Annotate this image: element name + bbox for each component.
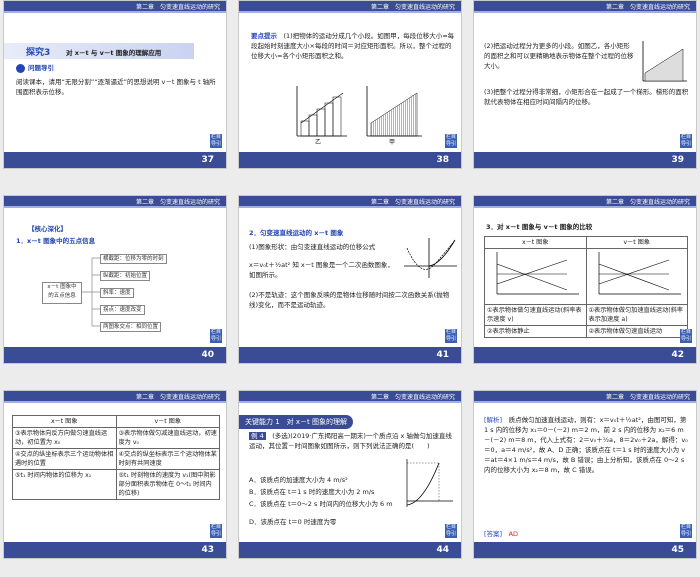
col-header-vt: v－t 图象 xyxy=(115,415,220,428)
option-b: B．该质点在 t＝1 s 时的速度大小为 2 m/s xyxy=(249,488,375,496)
back-nav-icon[interactable]: 栏目导引 xyxy=(210,134,222,148)
parabola-figure xyxy=(404,238,457,278)
back-nav-icon[interactable]: 栏目导引 xyxy=(680,524,692,538)
compare-table: x－t 图象 v－t 图象 ①表示物体做匀速直线运动(斜率表示速度 v) ①表示物体… xyxy=(484,236,688,338)
row5-vt: ⑤t₁ 时刻物体的速度为 v₁(图中阴影部分面积表示物体在 0～t₁ 时间内的位… xyxy=(115,469,220,500)
option-a: A．该质点的加速度大小为 4 m/s² xyxy=(249,476,348,484)
answer: [答案] AD xyxy=(484,530,519,538)
slide-37[interactable]: 第二章 匀变速直线运动的研究 探究3 对 x－t 与 v－t 图象的理解应用 问… xyxy=(3,0,227,169)
back-nav-icon[interactable]: 栏目导引 xyxy=(445,329,457,343)
example-text: 例 4 (多选)(2019·广东揭阳高一期末)一个质点沿 x 轴做匀加速直线运动… xyxy=(249,432,452,450)
paragraph-3: (3)把整个过程分得非常细，小矩形合在一起成了一个梯形。梯形的面积就代表物体在相… xyxy=(484,88,689,106)
row4-xt: ④交点的纵坐标表示三个运动物体相遇时的位置 xyxy=(12,448,117,470)
figure-caption-a: 乙 xyxy=(315,139,322,146)
row3-xt: ③表示物体向反方向做匀速直线运动，初位置为 x₀ xyxy=(12,427,117,449)
mindmap-center: x－t 图象中的五点信息 xyxy=(42,282,82,304)
paragraph-2: (2)把运动过程分为更多的小段。如图乙，各小矩形的面积之和可以更精确地表示物体在… xyxy=(484,42,634,70)
slide-header: 第二章 匀变速直线运动的研究 xyxy=(474,391,696,403)
back-nav-icon[interactable]: 栏目导引 xyxy=(210,329,222,343)
subtitle: 3．对 x－t 图象与 v－t 图象的比较 xyxy=(486,223,593,231)
col-header-xt: x－t 图象 xyxy=(484,236,587,249)
position-time-graph xyxy=(406,459,453,507)
section-number: 探究3 xyxy=(26,48,51,58)
back-nav-icon[interactable]: 栏目导引 xyxy=(445,134,457,148)
slide-header: 第二章 匀变速直线运动的研究 xyxy=(4,1,226,13)
guide-icon xyxy=(16,64,25,73)
col-header-vt: v－t 图象 xyxy=(585,236,688,249)
slide-footer: 43 xyxy=(4,542,226,558)
compare-table-cont: x－t 图象 v－t 图象 ③表示物体向反方向做匀速直线运动，初位置为 x₀ ③表示… xyxy=(12,415,220,500)
option-c: C．该质点在 t＝0～2 s 时间内的位移大小为 6 m xyxy=(249,500,393,508)
row4-vt: ④交点的纵坐标表示三个运动物体某时刻有共同速度 xyxy=(115,448,220,470)
ability-bar: 关键能力 1 对 x－t 图象的理解 xyxy=(239,415,354,429)
slide-footer: 41 xyxy=(239,347,461,363)
row2-xt: ②表示物体静止 xyxy=(484,325,587,338)
slide-45[interactable]: 第二章 匀变速直线运动的研究 [解析] 质点做匀加速直线运动，则有：x＝v₀t＋… xyxy=(473,390,697,559)
row1-vt: ①表示物体做匀加速直线运动(斜率表示加速度 a) xyxy=(585,304,688,326)
slide-footer: 42 xyxy=(474,347,696,363)
subtitle: 2．匀变速直线运动的 x－t 图象 xyxy=(249,229,344,237)
row2-vt: ②表示物体做匀速直线运动 xyxy=(585,325,688,338)
slide-footer: 37 xyxy=(4,152,226,168)
slide-footer: 38 xyxy=(239,152,461,168)
paragraph-2: (2)不是轨迹：这个图象反映的是物体位移随时间按二次函数关系(抛物线)变化，而不… xyxy=(249,291,450,309)
slide-header: 第二章 匀变速直线运动的研究 xyxy=(239,196,461,208)
section-title: 对 x－t 与 v－t 图象的理解应用 xyxy=(66,49,162,57)
slide-43[interactable]: 第二章 匀变速直线运动的研究 x－t 图象 v－t 图象 ③表示物体向反方向做匀速… xyxy=(3,390,227,559)
col-header-xt: x－t 图象 xyxy=(12,415,117,428)
row5-xt: ⑤t₁ 时间内物体的位移为 x₁ xyxy=(12,469,117,500)
slide-header: 第二章 匀变速直线运动的研究 xyxy=(239,1,461,13)
slide-footer: 45 xyxy=(474,542,696,558)
slide-header: 第二章 匀变速直线运动的研究 xyxy=(4,391,226,403)
slide-42[interactable]: 第二章 匀变速直线运动的研究 3．对 x－t 图象与 v－t 图象的比较 x－t… xyxy=(473,195,697,364)
back-nav-icon[interactable]: 栏目导引 xyxy=(210,524,222,538)
mindmap-item-3: 斜率：速度 xyxy=(100,288,134,298)
slide-44[interactable]: 第二章 匀变速直线运动的研究 关键能力 1 对 x－t 图象的理解 例 4 (多… xyxy=(238,390,462,559)
back-nav-icon[interactable]: 栏目导引 xyxy=(680,134,692,148)
slide-41[interactable]: 第二章 匀变速直线运动的研究 2．匀变速直线运动的 x－t 图象 (1)图象形状… xyxy=(238,195,462,364)
solution-text: [解析] 质点做匀加速直线运动，则有：x＝v₀t＋½at²，由图可知，第 1 s… xyxy=(484,416,688,474)
slide-header: 第二章 匀变速直线运动的研究 xyxy=(474,1,696,13)
slide-footer: 44 xyxy=(239,542,461,558)
slide-40[interactable]: 第二章 匀变速直线运动的研究 【核心深化】 1．x－t 图象中的五点信息 x－t… xyxy=(3,195,227,364)
slide-header: 第二章 匀变速直线运动的研究 xyxy=(239,391,461,403)
mindmap-item-5: 两图象交点：相同位置 xyxy=(100,322,162,332)
option-d: D．该质点在 t＝0 时速度为零 xyxy=(249,518,337,526)
mindmap-item-2: 纵截距：初始位置 xyxy=(100,271,151,281)
hint-text: 要点提示 (1)把物体的运动分成几个小段。如图甲，每段位移大小≈每段起始时刻速度… xyxy=(251,32,455,60)
figure-caption-b: 甲 xyxy=(389,139,396,146)
mindmap-item-4: 拐点：速度改变 xyxy=(100,305,145,315)
paragraph-1: (1)图象形状：由匀变速直线运动的位移公式 xyxy=(249,243,376,251)
guide-label: 问题导引 xyxy=(28,64,54,72)
graph-xt xyxy=(484,248,587,305)
slide-38[interactable]: 第二章 匀变速直线运动的研究 要点提示 (1)把物体的运动分成几个小段。如图甲，… xyxy=(238,0,462,169)
paragraph-1b: x＝v₀t＋½at² 知 x－t 图象是一个二次函数图象，如图所示。 xyxy=(249,261,394,279)
mindmap-item-1: 横截距：位移为零的时刻 xyxy=(100,254,167,264)
slide-footer: 39 xyxy=(474,152,696,168)
guide-text: 阅读课本，请用“无限分割”“逐渐逼近”的思想说明 v－t 图象与 t 轴所围面积… xyxy=(16,78,216,96)
back-nav-icon[interactable]: 栏目导引 xyxy=(445,524,457,538)
back-nav-icon[interactable]: 栏目导引 xyxy=(680,329,692,343)
trapezoid-figure xyxy=(642,41,687,82)
slide-header: 第二章 匀变速直线运动的研究 xyxy=(474,196,696,208)
row3-vt: ③表示物体做匀减速直线运动，初速度为 v₀ xyxy=(115,427,220,449)
row1-xt: ①表示物体做匀速直线运动(斜率表示速度 v) xyxy=(484,304,587,326)
graph-vt xyxy=(585,248,688,305)
step-graph-figure xyxy=(296,86,422,137)
slide-footer: 40 xyxy=(4,347,226,363)
slide-39[interactable]: 第二章 匀变速直线运动的研究 (2)把运动过程分为更多的小段。如图乙，各小矩形的… xyxy=(473,0,697,169)
section-title-band: 探究3 对 x－t 与 v－t 图象的理解应用 xyxy=(4,43,194,59)
